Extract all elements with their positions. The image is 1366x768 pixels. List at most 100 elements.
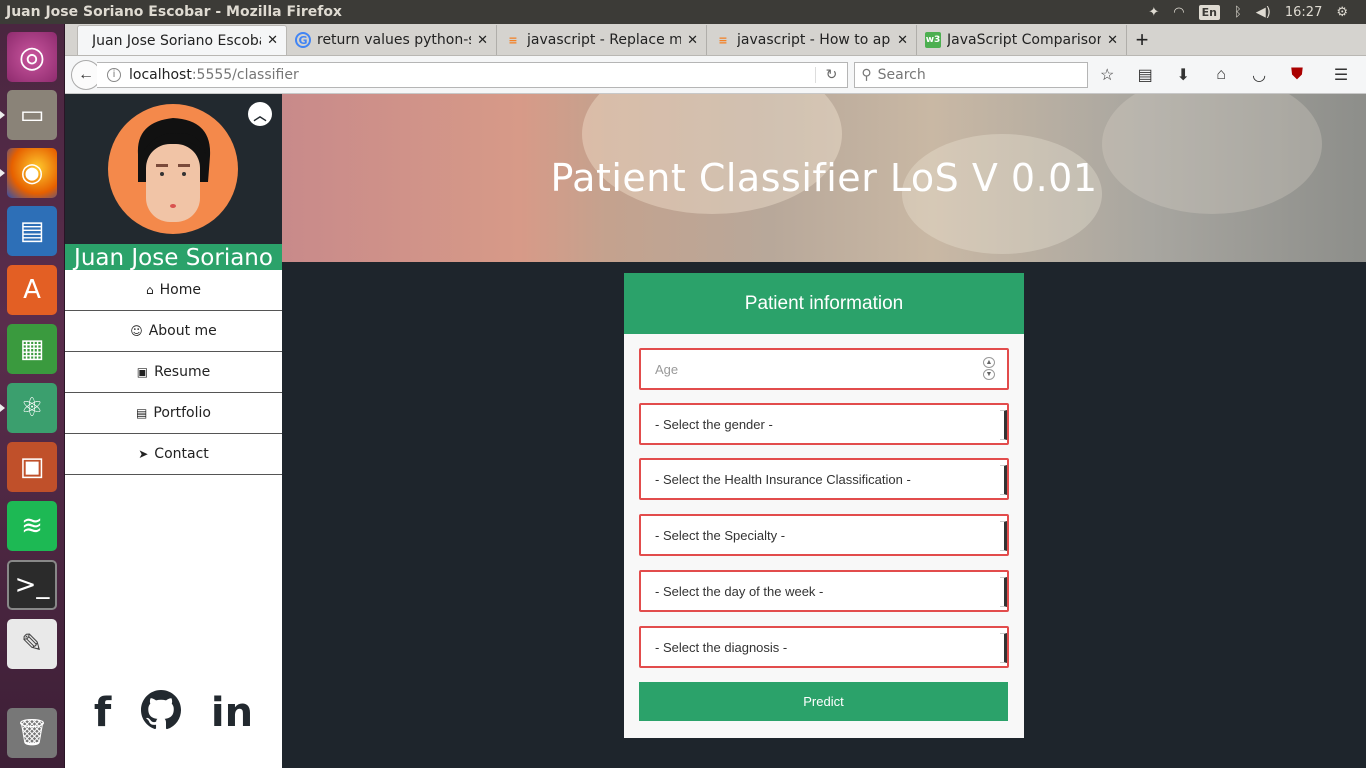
keyboard-layout-indicator[interactable]: En (1198, 4, 1220, 20)
impress-icon[interactable]: ▣ (7, 442, 57, 492)
diagnosis-select-value: - Select the diagnosis - (655, 639, 788, 655)
sidebar-item-label: Home (159, 282, 201, 298)
software-center-icon[interactable]: A (7, 265, 57, 315)
spotify-icon[interactable]: ≋ (7, 501, 57, 551)
home-icon[interactable]: ⌂ (1202, 66, 1240, 84)
close-icon[interactable]: ✕ (1107, 33, 1118, 48)
dropdown-arrow-icon (1000, 465, 1007, 495)
weekday-select-value: - Select the day of the week - (655, 583, 824, 599)
tab-replace-multiple[interactable]: ≡ javascript - Replace mu ✕ (497, 25, 707, 55)
patient-form: Patient information Age ▲ ▼ - Select the … (624, 273, 1024, 738)
w3schools-icon: w3 (925, 32, 941, 48)
clock[interactable]: 16:27 (1285, 5, 1322, 20)
writer-icon[interactable]: ▤ (7, 206, 57, 256)
dropdown-arrow-icon (1000, 577, 1007, 607)
wifi-icon[interactable]: ◠ (1173, 5, 1184, 20)
form-heading: Patient information (624, 273, 1024, 334)
sidebar-item-portfolio[interactable]: ▤ Portfolio (65, 393, 282, 434)
calc-icon[interactable]: ▦ (7, 324, 57, 374)
facebook-icon[interactable]: f (94, 690, 111, 740)
age-stepper[interactable]: ▲ ▼ (983, 357, 995, 380)
bookmark-star-icon[interactable]: ☆ (1088, 65, 1126, 85)
linkedin-icon[interactable]: in (211, 690, 253, 740)
dropbox-icon[interactable]: ✦ (1148, 5, 1159, 20)
atom-icon[interactable]: ⚛ (7, 383, 57, 433)
stackoverflow-icon: ≡ (718, 33, 728, 47)
page-title: Patient Classifier LoS V 0.01 (550, 156, 1098, 200)
bluetooth-icon[interactable]: ᛒ (1234, 5, 1242, 20)
system-top-bar: Juan Jose Soriano Escobar - Mozilla Fire… (0, 0, 1366, 24)
sidebar-item-contact[interactable]: ➤ Contact (65, 434, 282, 475)
downloads-icon[interactable]: ⬇ (1164, 65, 1202, 85)
page-content: ︿ Juan Jose Soriano ⌂ Home ☺ About me ▣ Res… (65, 94, 1366, 768)
firefox-window: Juan Jose Soriano Escobar ✕ G return val… (65, 24, 1366, 768)
new-tab-button[interactable]: + (1127, 25, 1157, 55)
info-icon[interactable]: i (106, 67, 121, 82)
menu-icon[interactable]: ☰ (1322, 65, 1360, 85)
tab-label: javascript - How to app (737, 32, 892, 48)
age-input[interactable]: Age ▲ ▼ (639, 348, 1009, 390)
sidebar-item-label: About me (148, 323, 217, 339)
tab-js-comparison[interactable]: w3 JavaScript Comparison ✕ (917, 25, 1127, 55)
text-editor-icon[interactable]: ✎ (7, 619, 57, 669)
trash-icon[interactable]: 🗑 (7, 708, 57, 758)
specialty-select[interactable]: - Select the Specialty - (639, 514, 1009, 556)
id-badge-icon: ▣ (136, 365, 149, 379)
sidebar-item-label: Resume (154, 364, 211, 380)
close-icon[interactable]: ✕ (477, 33, 488, 48)
close-icon[interactable]: ✕ (897, 33, 908, 48)
google-icon: G (295, 32, 311, 48)
close-icon[interactable]: ✕ (267, 33, 278, 48)
tab-label: JavaScript Comparison (947, 32, 1102, 48)
tab-label: javascript - Replace mu (527, 32, 682, 48)
ublock-icon[interactable]: ⛊ (1278, 66, 1316, 84)
briefcase-icon: ▤ (136, 406, 148, 420)
close-icon[interactable]: ✕ (687, 33, 698, 48)
home-icon: ⌂ (146, 283, 154, 297)
chevron-down-icon[interactable]: ▼ (983, 369, 995, 380)
collapse-sidebar-button[interactable]: ︿ (248, 102, 272, 126)
avatar (108, 104, 238, 234)
diagnosis-select[interactable]: - Select the diagnosis - (639, 626, 1009, 668)
url-bar[interactable]: i localhost:5555/classifier ↻ (96, 61, 849, 88)
pocket-icon[interactable]: ◡ (1240, 65, 1278, 85)
navigation-toolbar: ← i localhost:5555/classifier ↻ ⚲ Search… (65, 56, 1366, 94)
insurance-select-value: - Select the Health Insurance Classifica… (655, 471, 911, 487)
gender-select-value: - Select the gender - (655, 416, 773, 432)
dropdown-arrow-icon (1000, 521, 1007, 551)
predict-button[interactable]: Predict (639, 682, 1008, 721)
power-gear-icon[interactable]: ⚙ (1336, 5, 1348, 20)
profile-header: ︿ Juan Jose Soriano (65, 94, 282, 271)
url-host: localhost (128, 66, 192, 83)
user-circle-icon: ☺ (130, 324, 143, 338)
specialty-select-value: - Select the Specialty - (655, 527, 786, 543)
sidebar-item-resume[interactable]: ▣ Resume (65, 352, 282, 393)
age-placeholder: Age (655, 361, 679, 377)
window-title: Juan Jose Soriano Escobar - Mozilla Fire… (6, 4, 342, 20)
sidebar: ︿ Juan Jose Soriano ⌂ Home ☺ About me ▣ Res… (65, 94, 282, 768)
dropdown-arrow-icon (1000, 633, 1007, 663)
weekday-select[interactable]: - Select the day of the week - (639, 570, 1009, 612)
terminal-icon[interactable]: >_ (7, 560, 57, 610)
github-icon[interactable] (141, 690, 182, 740)
reading-list-icon[interactable]: ▤ (1126, 65, 1164, 85)
ubuntu-dash-icon[interactable]: ◎ (7, 32, 57, 82)
chevron-up-icon[interactable]: ▲ (983, 357, 995, 368)
firefox-icon[interactable]: ◉ (7, 148, 57, 198)
sidebar-item-label: Contact (154, 446, 209, 462)
sidebar-item-about[interactable]: ☺ About me (65, 311, 282, 352)
tab-return-values[interactable]: G return values python-s ✕ (287, 25, 497, 55)
tab-strip: Juan Jose Soriano Escobar ✕ G return val… (65, 24, 1366, 56)
sidebar-item-home[interactable]: ⌂ Home (65, 270, 282, 311)
tab-how-to-append[interactable]: ≡ javascript - How to app ✕ (707, 25, 917, 55)
unity-launcher: ◎ ▭ ◉ ▤ A ▦ ⚛ ▣ ≋ >_ ✎ 🗑 (0, 24, 65, 768)
reload-icon[interactable]: ↻ (814, 66, 848, 83)
tab-label: Juan Jose Soriano Escobar (92, 32, 262, 49)
stackoverflow-icon: ≡ (508, 33, 518, 47)
volume-icon[interactable]: ◀) (1256, 5, 1271, 20)
search-input[interactable]: ⚲ Search (854, 61, 1089, 88)
files-icon[interactable]: ▭ (7, 90, 57, 140)
gender-select[interactable]: - Select the gender - (639, 403, 1009, 445)
tab-juan-jose-soriano[interactable]: Juan Jose Soriano Escobar ✕ (77, 25, 287, 55)
insurance-select[interactable]: - Select the Health Insurance Classifica… (639, 458, 1009, 500)
